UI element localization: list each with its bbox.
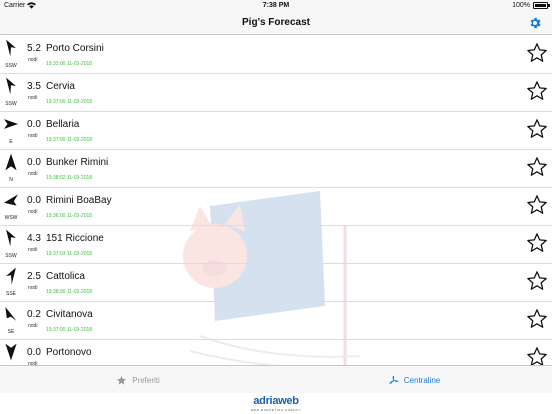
footer-banner[interactable]: adriaweb WEB MARKETING AGENCY	[0, 393, 552, 414]
favorite-star-icon[interactable]	[526, 42, 548, 64]
favorite-star-icon[interactable]	[526, 194, 548, 216]
station-row[interactable]: N 0.0 nodi Bunker Rimini 19:38:02 11-03-…	[0, 150, 552, 188]
wind-direction-arrow-icon	[6, 267, 16, 285]
status-bar: Carrier 7:38 PM 100%	[0, 0, 552, 12]
wind-direction-arrow-icon	[5, 343, 17, 361]
favorite-star-icon[interactable]	[526, 232, 548, 254]
wind-speed-unit: nodi	[28, 323, 38, 329]
wind-direction-arrow-icon	[5, 307, 17, 321]
station-timestamp: 19:38:00 11-03-2018	[46, 289, 93, 295]
wind-direction-label: SSW	[5, 63, 17, 69]
logo-tagline: WEB MARKETING AGENCY	[250, 408, 302, 412]
station-name: Portonovo	[46, 347, 92, 358]
wind-speed: 0.0	[27, 157, 41, 168]
station-row[interactable]: WSW 0.0 nodi Rimini BoaBay 19:36:00 11-0…	[0, 188, 552, 226]
tab-preferiti[interactable]: Preferiti	[0, 366, 276, 394]
station-name: Bellaria	[46, 119, 80, 130]
station-timestamp: 19:38:02 11-03-2018	[46, 175, 93, 181]
page-title: Pig's Forecast	[242, 17, 310, 28]
station-timestamp: 19:37:00 11-03-2018	[46, 99, 93, 105]
station-row[interactable]: E 0.0 nodi Bellaria 19:37:00 11-03-2018	[0, 112, 552, 150]
wind-direction-arrow-icon	[6, 77, 16, 95]
wind-speed: 2.5	[27, 271, 41, 282]
wind-speed-unit: nodi	[28, 247, 38, 253]
favorite-star-icon[interactable]	[526, 346, 548, 365]
station-row[interactable]: SSW 3.5 nodi Cervia 19:37:00 11-03-2018	[0, 74, 552, 112]
wind-direction-label: E	[9, 139, 13, 145]
wind-direction-label: SSW	[5, 101, 17, 107]
station-list[interactable]: SSW 5.2 nodi Porto Corsini 19:33:00 11-0…	[0, 36, 552, 365]
station-name: Cervia	[46, 81, 75, 92]
wind-direction-arrow-icon	[6, 39, 16, 57]
station-name: Bunker Rimini	[46, 157, 109, 168]
station-timestamp: 19:33:00 11-03-2018	[46, 61, 93, 67]
wind-speed-unit: nodi	[28, 209, 38, 215]
favorite-star-icon[interactable]	[526, 118, 548, 140]
star-icon	[117, 375, 127, 385]
wind-speed-unit: nodi	[28, 285, 38, 291]
station-row[interactable]: SSW 4.3 nodi 151 Riccione 19:37:03 11-03…	[0, 226, 552, 264]
favorite-star-icon[interactable]	[526, 156, 548, 178]
station-timestamp: 19:37:00 11-03-2018	[46, 137, 93, 143]
favorite-star-icon[interactable]	[526, 308, 548, 330]
station-timestamp: 19:37:00 11-03-2018	[46, 327, 93, 333]
wind-direction-arrow-icon	[4, 194, 18, 206]
station-name: Rimini BoaBay	[46, 195, 112, 206]
station-name: Porto Corsini	[46, 43, 104, 54]
battery-icon	[533, 2, 550, 9]
wind-speed-unit: nodi	[28, 95, 38, 101]
station-name: Civitanova	[46, 309, 93, 320]
wind-direction-label: N	[9, 177, 13, 183]
wind-direction-label: SSW	[5, 253, 17, 259]
favorite-star-icon[interactable]	[526, 80, 548, 102]
station-row[interactable]: 0.0 nodi Portonovo	[0, 340, 552, 365]
battery-percentage: 100%	[512, 2, 530, 9]
wind-direction-arrow-icon	[4, 119, 18, 129]
wind-speed-unit: nodi	[28, 171, 38, 177]
wind-speed: 4.3	[27, 233, 41, 244]
station-timestamp: 19:37:03 11-03-2018	[46, 251, 93, 257]
station-row[interactable]: SE 0.2 nodi Civitanova 19:37:00 11-03-20…	[0, 302, 552, 340]
tab-label: Preferiti	[132, 375, 160, 385]
wind-speed: 0.0	[27, 195, 41, 206]
station-name: Cattolica	[46, 271, 85, 282]
wind-speed: 5.2	[27, 43, 41, 54]
favorite-star-icon[interactable]	[526, 270, 548, 292]
station-row[interactable]: SSE 2.5 nodi Cattolica 19:38:00 11-03-20…	[0, 264, 552, 302]
gear-icon[interactable]	[528, 16, 542, 30]
wind-direction-label: WSW	[4, 215, 18, 221]
wind-direction-arrow-icon	[5, 153, 17, 171]
wind-speed: 3.5	[27, 81, 41, 92]
station-name: 151 Riccione	[46, 233, 104, 244]
tab-centraline[interactable]: Centraline	[276, 366, 552, 394]
wind-speed: 0.0	[27, 119, 41, 130]
station-row[interactable]: SSW 5.2 nodi Porto Corsini 19:33:00 11-0…	[0, 36, 552, 74]
wind-turbine-icon	[389, 374, 399, 384]
wind-speed: 0.2	[27, 309, 41, 320]
wind-direction-label: SSE	[5, 291, 16, 297]
wind-speed-unit: nodi	[28, 133, 38, 139]
tab-bar: Preferiti Centraline	[0, 365, 552, 393]
wind-speed-unit: nodi	[28, 57, 38, 63]
navigation-bar: Pig's Forecast	[0, 12, 552, 35]
adriaweb-logo: adriaweb	[253, 395, 299, 407]
wind-direction-label: SE	[7, 329, 15, 335]
wind-speed: 0.0	[27, 347, 41, 358]
station-timestamp: 19:36:00 11-03-2018	[46, 213, 93, 219]
status-time: 7:38 PM	[262, 2, 290, 9]
wind-direction-arrow-icon	[6, 229, 16, 247]
tab-label: Centraline	[403, 375, 441, 385]
